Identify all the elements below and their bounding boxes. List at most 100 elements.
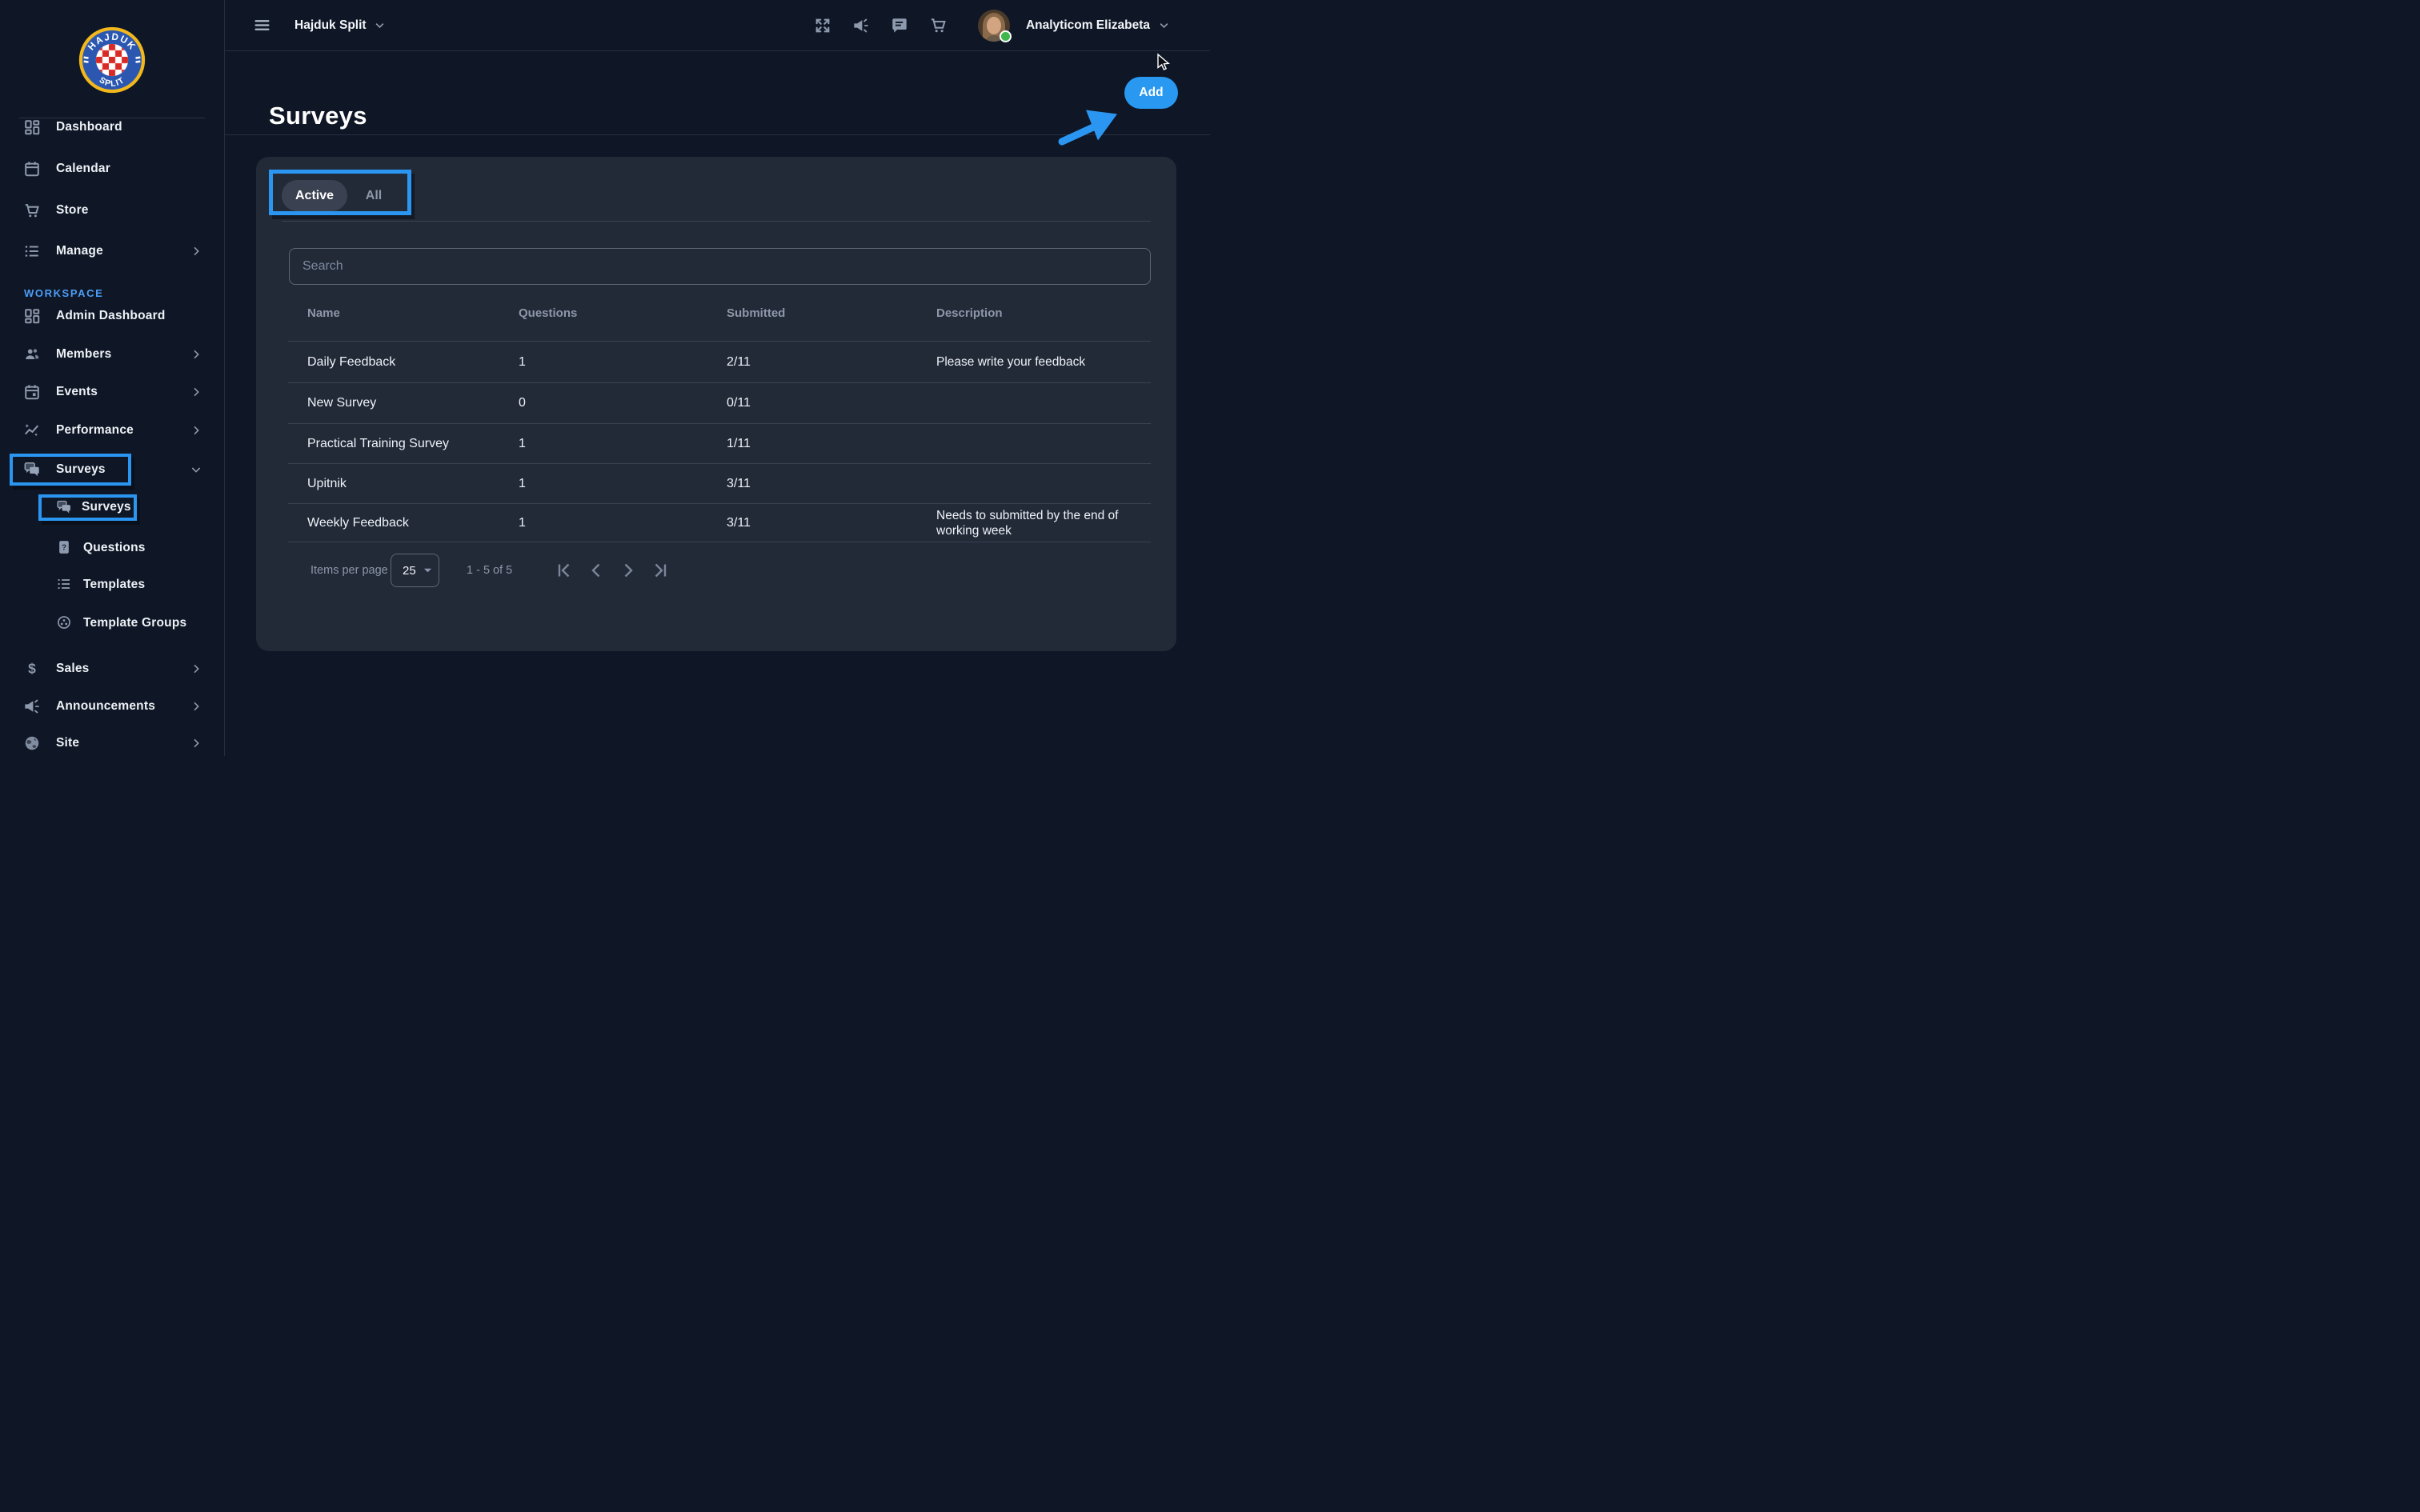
chat-duo-icon [23, 461, 41, 478]
user-avatar[interactable] [978, 10, 1010, 42]
sidebar-item-events[interactable]: Events [0, 376, 224, 408]
sidebar-item-label: Store [56, 203, 89, 218]
sidebar-subitem-template-groups[interactable]: Template Groups [0, 607, 224, 639]
sidebar-item-store[interactable]: Store [0, 194, 224, 226]
prev-page-icon[interactable] [587, 561, 606, 580]
cell-questions: 1 [499, 355, 707, 370]
sidebar-item-label: Calendar [56, 162, 110, 176]
sidebar-item-performance[interactable]: Performance [0, 414, 224, 446]
sidebar-item-manage[interactable]: Manage [0, 235, 224, 267]
tabs-divider [282, 221, 1151, 222]
dollar-icon: $ [23, 660, 41, 678]
pagination: Items per page 25 1 - 5 of 5 [288, 553, 1151, 588]
hamburger-icon[interactable] [254, 17, 270, 34]
table-row[interactable]: Upitnik 1 3/11 [288, 464, 1151, 504]
table-header-row: Name Questions Submitted Description [288, 285, 1151, 342]
chevron-right-icon [190, 386, 202, 398]
sidebar-item-label: Site [56, 736, 79, 750]
chevron-right-icon [190, 348, 202, 361]
topbar-actions: Analyticom Elizabeta [814, 10, 1170, 42]
cell-questions: 1 [499, 437, 707, 451]
search-input[interactable] [289, 248, 1151, 285]
chevron-down-icon [190, 463, 202, 476]
sidebar-subitem-label: Questions [83, 541, 146, 555]
cart-icon[interactable] [929, 16, 948, 34]
sidebar: HAJDUK SPLIT Dashboard [0, 0, 225, 756]
sidebar-subitem-label: Templates [83, 578, 145, 592]
tab-active[interactable]: Active [282, 180, 347, 211]
sidebar-item-label: Events [56, 385, 98, 399]
cell-submitted: 3/11 [707, 477, 917, 491]
chevron-right-icon [190, 737, 202, 750]
chat-duo-icon [56, 499, 72, 515]
sidebar-item-members[interactable]: Members [0, 338, 224, 370]
header-divider [225, 134, 1210, 135]
table-row[interactable]: Weekly Feedback 1 3/11 Needs to submitte… [288, 504, 1151, 542]
sidebar-item-admin-dashboard[interactable]: Admin Dashboard [0, 300, 224, 332]
chevron-down-icon [1158, 19, 1170, 31]
dashboard-grid-icon [23, 307, 41, 325]
cell-name: Daily Feedback [288, 355, 499, 370]
sidebar-item-label: Manage [56, 244, 103, 258]
sidebar-item-calendar[interactable]: Calendar [0, 153, 224, 185]
cell-submitted: 2/11 [707, 355, 917, 370]
page-size-select[interactable]: 25 [391, 554, 439, 587]
table-row[interactable]: Daily Feedback 1 2/11 Please write your … [288, 342, 1151, 383]
surveys-card: Active All Name Questions Submitted Desc… [256, 157, 1176, 651]
sidebar-item-sales[interactable]: $ Sales [0, 653, 224, 685]
sidebar-item-site[interactable]: Site [0, 727, 224, 756]
sidebar-item-label: Dashboard [56, 120, 122, 134]
cell-submitted: 1/11 [707, 437, 917, 451]
svg-text:?: ? [62, 543, 66, 552]
sidebar-subitem-questions[interactable]: ? Questions [0, 532, 224, 564]
club-selector[interactable]: Hajduk Split [294, 18, 386, 33]
hajduk-split-club-logo: HAJDUK SPLIT [78, 26, 146, 94]
sidebar-subitem-templates[interactable]: Templates [0, 569, 224, 601]
people-icon [23, 346, 41, 363]
cell-description: Please write your feedback [917, 354, 1151, 370]
first-page-icon[interactable] [555, 561, 574, 580]
list-icon [23, 242, 41, 260]
tab-all[interactable]: All [354, 180, 394, 211]
sidebar-item-label: Announcements [56, 699, 155, 714]
add-button[interactable]: Add [1124, 77, 1178, 109]
sidebar-item-label: Admin Dashboard [56, 309, 165, 323]
next-page-icon[interactable] [619, 561, 638, 580]
mouse-cursor [1158, 54, 1168, 70]
megaphone-icon [23, 698, 41, 715]
sidebar-item-surveys[interactable]: Surveys [0, 454, 224, 486]
app-window: HAJDUK SPLIT Dashboard [0, 0, 1210, 756]
cell-questions: 0 [499, 396, 707, 410]
pagination-nav [542, 561, 670, 580]
user-menu[interactable]: Analyticom Elizabeta [1026, 18, 1170, 33]
chevron-right-icon [190, 662, 202, 675]
calendar-event-icon [23, 383, 41, 401]
last-page-icon[interactable] [651, 561, 670, 580]
sidebar-item-label: Sales [56, 662, 90, 676]
expand-icon[interactable] [814, 17, 831, 34]
megaphone-icon[interactable] [852, 17, 870, 34]
globe-icon [23, 734, 41, 752]
sidebar-subitem-surveys[interactable]: Surveys [0, 494, 224, 521]
topbar: Hajduk Split [225, 0, 1210, 51]
workspace-section-label: WORKSPACE [24, 287, 103, 299]
question-card-icon: ? [56, 539, 74, 557]
ball-icon [56, 614, 74, 632]
table-row[interactable]: New Survey 0 0/11 [288, 383, 1151, 424]
column-header-name: Name [288, 306, 499, 320]
cell-submitted: 0/11 [707, 396, 917, 410]
chevron-down-icon [374, 19, 386, 31]
dashboard-grid-icon [23, 118, 41, 136]
items-per-page-label: Items per page [311, 564, 391, 577]
sidebar-item-dashboard[interactable]: Dashboard [0, 111, 224, 143]
chevron-right-icon [190, 700, 202, 713]
chat-icon[interactable] [891, 17, 908, 34]
table-row[interactable]: Practical Training Survey 1 1/11 [288, 424, 1151, 464]
blue-arrow-annotation [1062, 110, 1117, 142]
column-header-questions: Questions [499, 306, 707, 320]
cell-submitted: 3/11 [707, 516, 917, 530]
cell-questions: 1 [499, 516, 707, 530]
page-range-label: 1 - 5 of 5 [467, 564, 524, 577]
svg-text:$: $ [28, 661, 36, 677]
sidebar-item-announcements[interactable]: Announcements [0, 690, 224, 722]
